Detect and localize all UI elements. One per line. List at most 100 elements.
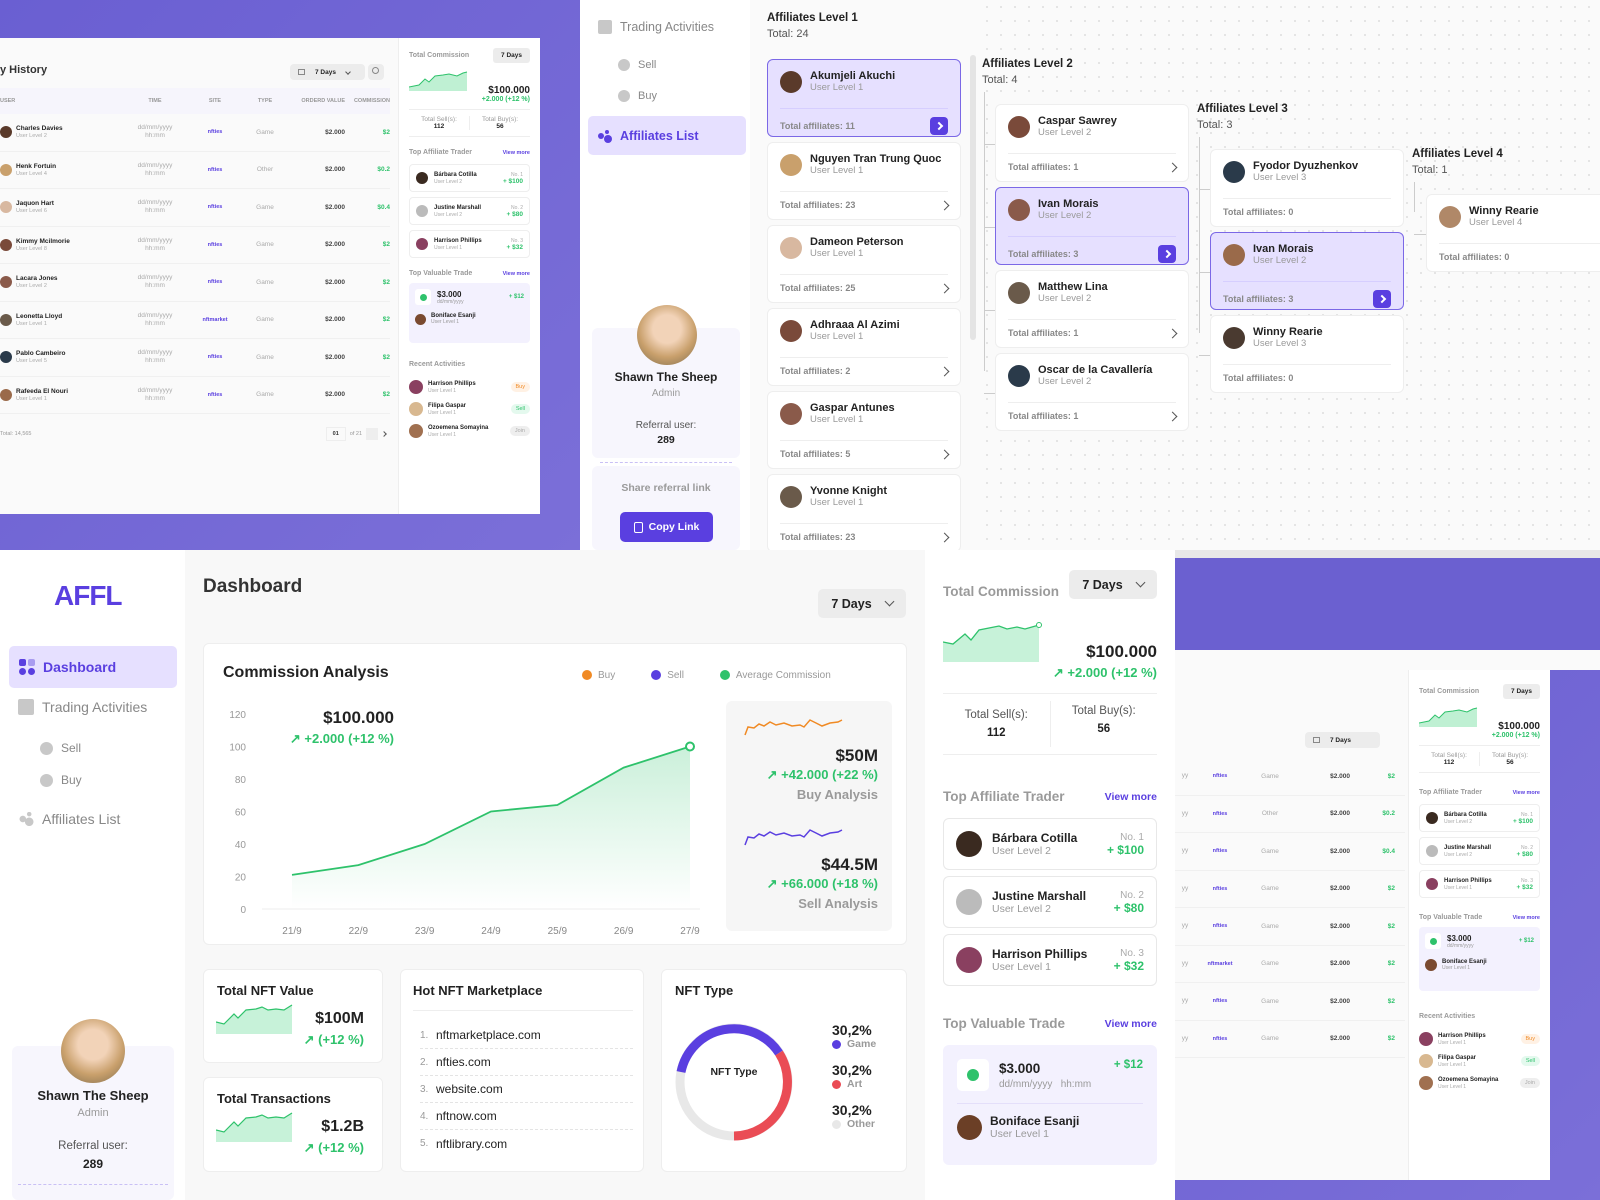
range-dropdown[interactable]: 7 Days [818, 589, 906, 618]
commission-range-dropdown[interactable]: 7 Days [1069, 570, 1157, 599]
affiliate-card[interactable]: Gaspar Antunes User Level 1 Total affiliat… [767, 391, 961, 469]
cell-site[interactable]: nfties [190, 279, 240, 285]
cell-site[interactable]: nfties [1195, 773, 1245, 779]
table-row[interactable]: Leonetta Lloyd User Level 1 dd/mm/yyyy hh:… [0, 302, 390, 339]
marketplace-item[interactable]: 2. nfties.com [420, 1049, 633, 1076]
table-row[interactable]: yy nfties Other $2.000 $0.2 [1175, 796, 1405, 833]
table-row[interactable]: Pablo Cambeiro User Level 5 dd/mm/yyyy hh:… [0, 339, 390, 377]
nav-trading-activities[interactable]: Trading Activities [598, 20, 714, 34]
table-row[interactable]: yy nfties Game $2.000 $2 [1175, 983, 1405, 1021]
history-range-dropdown-2[interactable]: 7 Days [1305, 732, 1380, 748]
table-row[interactable]: Henk Fortuin User Level 4 dd/mm/yyyy hh:mm… [0, 152, 390, 189]
cell-site[interactable]: nfties [1195, 998, 1245, 1004]
trader-item[interactable]: Harrison Phillips User Level 1 No. 3 + $32 [1419, 870, 1540, 898]
table-row[interactable]: Lacara Jones User Level 2 dd/mm/yyyy hh:mm… [0, 264, 390, 302]
cell-site[interactable]: nfties [190, 354, 240, 360]
expand-button[interactable] [1158, 245, 1176, 263]
chevron-right-icon[interactable] [1167, 411, 1178, 421]
nav-sell[interactable]: Sell [618, 59, 656, 71]
table-row[interactable]: Charles Davies User Level 2 dd/mm/yyyy hh:… [0, 114, 390, 152]
nav-buy[interactable]: Buy [618, 90, 657, 102]
chevron-right-icon[interactable] [939, 200, 950, 210]
trader-item[interactable]: Bárbara Cotilla User Level 2 No. 1 + $100 [943, 818, 1157, 870]
mini-range-dropdown[interactable]: 7 Days [493, 48, 530, 63]
cell-site[interactable]: nfties [1195, 811, 1245, 817]
cell-site[interactable]: nfties [1195, 923, 1245, 929]
cell-site[interactable]: nfties [190, 242, 240, 248]
activity-item[interactable]: Filipa Gaspar User Level 1 Sell [1419, 1050, 1540, 1072]
scrollbar[interactable] [970, 55, 976, 340]
next-page-button[interactable] [378, 428, 390, 440]
trader-item[interactable]: Bárbara Cotilla User Level 2 No. 1 + $100 [1419, 804, 1540, 832]
affiliate-card[interactable]: Ivan Morais User Level 2 Total affiliates:… [995, 187, 1189, 265]
affiliate-card[interactable]: Ivan Morais User Level 2 Total affiliates:… [1210, 232, 1404, 310]
trade-card-2[interactable]: $3.000 dd/mm/yyyy + $12 Boniface Esanji Use… [1419, 927, 1540, 991]
cell-site[interactable]: nftmarket [190, 317, 240, 323]
affiliate-card[interactable]: Akumjeli Akuchi User Level 1 Total affilia… [767, 59, 961, 137]
table-row[interactable]: Kimmy Mcilmorie User Level 8 dd/mm/yyyy hh… [0, 227, 390, 264]
nav-affiliates-list[interactable]: Affiliates List [588, 116, 746, 155]
mini-trade-view-more[interactable]: View more [503, 271, 530, 277]
marketplace-item[interactable]: 3. website.com [420, 1076, 633, 1103]
search-button[interactable] [368, 64, 384, 80]
expand-button[interactable] [1373, 290, 1391, 308]
trader-item[interactable]: Harrison Phillips User Level 1 No. 3 + $32 [409, 230, 530, 258]
logo[interactable]: AFFL [54, 580, 123, 612]
nav-trading-activities[interactable]: Trading Activities [18, 699, 147, 715]
activity-item[interactable]: Ozoemena Somayina User Level 1 Join [1419, 1072, 1540, 1094]
trader-item[interactable]: Justine Marshall User Level 2 No. 2 + $80 [943, 876, 1157, 928]
mini-traders-view-more[interactable]: View more [503, 150, 530, 156]
chevron-right-icon[interactable] [1167, 162, 1178, 172]
table-row[interactable]: Rafeeda El Nouri User Level 1 dd/mm/yyyy h… [0, 377, 390, 414]
nav-affiliates-list[interactable]: Affiliates List [18, 811, 120, 827]
trader-item[interactable]: Bárbara Cotilla User Level 2 No. 1 + $100 [409, 164, 530, 192]
affiliate-card[interactable]: Caspar Sawrey User Level 2 Total affiliate… [995, 104, 1189, 182]
traders-view-more-2[interactable]: View more [1513, 790, 1540, 796]
range-dropdown-2[interactable]: 7 Days [1503, 684, 1540, 699]
chevron-right-icon[interactable] [1167, 328, 1178, 338]
cell-site[interactable]: nfties [190, 167, 240, 173]
cell-site[interactable]: nfties [190, 392, 240, 398]
nav-buy[interactable]: Buy [40, 773, 82, 787]
trader-item[interactable]: Justine Marshall User Level 2 No. 2 + $80 [1419, 837, 1540, 865]
table-row[interactable]: yy nfties Game $2.000 $0.4 [1175, 833, 1405, 871]
trader-item[interactable]: Harrison Phillips User Level 1 No. 3 + $32 [943, 934, 1157, 986]
history-range-dropdown[interactable]: 7 Days [290, 64, 365, 80]
activity-item[interactable]: Ozoemena Somayina User Level 1 Join [409, 420, 530, 442]
affiliate-card[interactable]: Nguyen Tran Trung Quoc User Level 1 Total … [767, 142, 961, 220]
table-row[interactable]: yy nfties Game $2.000 $2 [1175, 871, 1405, 908]
cell-site[interactable]: nfties [1195, 848, 1245, 854]
affiliate-card[interactable]: Winny Rearie User Level 3 Total affiliates… [1210, 315, 1404, 393]
chevron-right-icon[interactable] [939, 449, 950, 459]
affiliate-card[interactable]: Adhraaa Al Azimi User Level 1 Total affili… [767, 308, 961, 386]
affiliate-card[interactable]: Fyodor Dyuzhenkov User Level 3 Total affil… [1210, 149, 1404, 227]
cell-site[interactable]: nfties [1195, 1036, 1245, 1042]
marketplace-item[interactable]: 4. nftnow.com [420, 1103, 633, 1130]
table-row[interactable]: yy nftmarket Game $2.000 $2 [1175, 946, 1405, 983]
chevron-right-icon[interactable] [939, 283, 950, 293]
mini-trade-card[interactable]: $3.000 dd/mm/yyyy + $12 Boniface Esanji Use… [409, 283, 530, 343]
nav-dashboard[interactable]: Dashboard [9, 646, 177, 688]
chevron-right-icon[interactable] [939, 366, 950, 376]
affiliate-card[interactable]: Yvonne Knight User Level 1 Total affiliate… [767, 474, 961, 552]
chevron-right-icon[interactable] [939, 532, 950, 542]
marketplace-item[interactable]: 1. nftmarketplace.com [420, 1022, 633, 1049]
affiliate-card[interactable]: Oscar de la Cavallería User Level 2 Total … [995, 353, 1189, 431]
cell-site[interactable]: nftmarket [1195, 961, 1245, 967]
table-row[interactable]: Jaquon Hart User Level 6 dd/mm/yyyy hh:mm … [0, 189, 390, 227]
table-row[interactable]: yy nfties Game $2.000 $2 [1175, 908, 1405, 946]
activity-item[interactable]: Harrison Phillips User Level 1 Buy [409, 376, 530, 398]
valuable-trade-card[interactable]: $3.000 dd/mm/yyyy hh:mm + $12 Boniface Es… [943, 1045, 1157, 1165]
expand-button[interactable] [930, 117, 948, 135]
trade-view-more-2[interactable]: View more [1513, 915, 1540, 921]
activity-item[interactable]: Harrison Phillips User Level 1 Buy [1419, 1028, 1540, 1050]
cell-site[interactable]: nfties [190, 204, 240, 210]
affiliate-card[interactable]: Matthew Lina User Level 2 Total affiliates… [995, 270, 1189, 348]
affiliate-card[interactable]: Dameon Peterson User Level 1 Total affilia… [767, 225, 961, 303]
trader-item[interactable]: Justine Marshall User Level 2 No. 2 + $80 [409, 197, 530, 225]
cell-site[interactable]: nfties [1195, 886, 1245, 892]
affiliate-card[interactable]: Winny Rearie User Level 4 Total affiliates… [1426, 194, 1600, 272]
copy-link-button[interactable]: Copy Link [620, 512, 713, 542]
page-input[interactable]: 01 [325, 427, 346, 441]
trade-view-more[interactable]: View more [1105, 1018, 1157, 1030]
